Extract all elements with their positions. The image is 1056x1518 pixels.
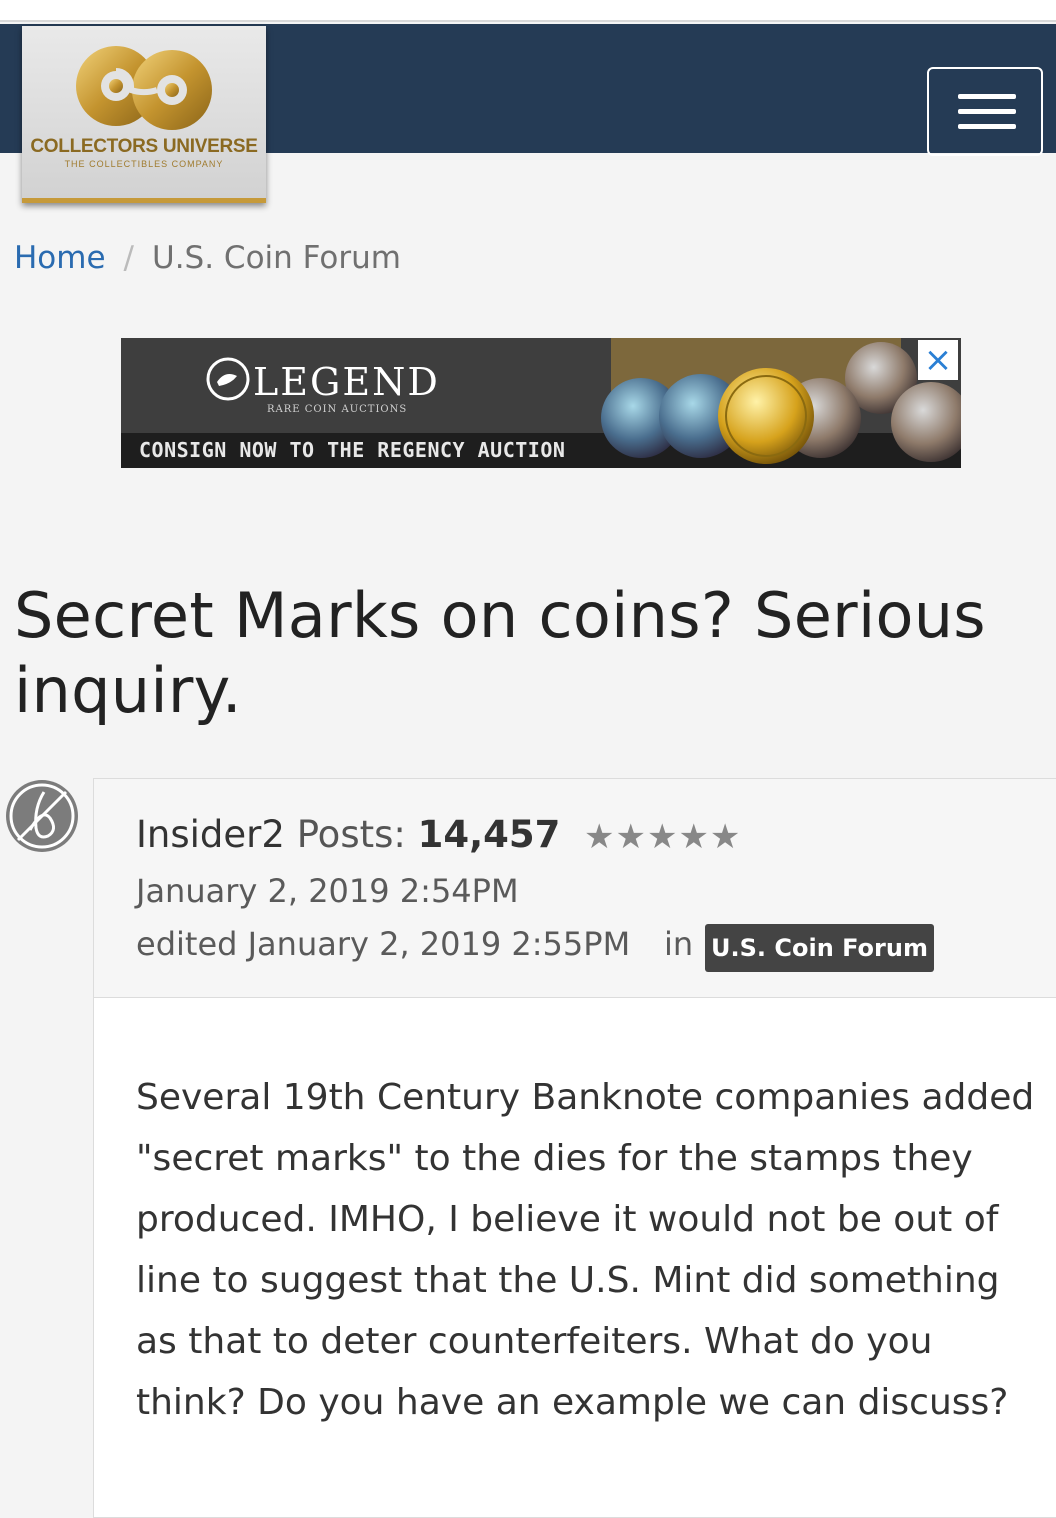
rank-stars-icon: ★★★★★ [584, 817, 742, 857]
breadcrumb-current[interactable]: U.S. Coin Forum [152, 240, 401, 276]
advertisement-banner[interactable]: LEGEND RARE COIN AUCTIONS CONSIGN NOW TO… [121, 338, 961, 468]
close-icon[interactable]: × [918, 340, 958, 380]
edited-date: edited January 2, 2019 2:55PM [136, 925, 631, 963]
hamburger-menu-icon [958, 94, 1016, 99]
top-strip [0, 0, 1056, 22]
legend-logo-icon [206, 357, 250, 401]
ad-brand: LEGEND [253, 360, 440, 404]
user-avatar[interactable] [4, 778, 80, 854]
posts-count: 14,457 [417, 813, 561, 856]
menu-button[interactable] [927, 67, 1043, 156]
category-in-label: in [664, 925, 694, 963]
posts-label: Posts: [296, 813, 406, 856]
thread-title: Secret Marks on coins? Serious inquiry. [14, 579, 986, 727]
breadcrumb-home-link[interactable]: Home [14, 240, 106, 276]
logo-title: COLLECTORS UNIVERSE [30, 136, 258, 157]
author-name[interactable]: Insider2 [136, 813, 285, 856]
logo-mark-icon [76, 46, 212, 130]
post-date[interactable]: January 2, 2019 2:54PM [136, 872, 519, 910]
category-badge[interactable]: U.S. Coin Forum [705, 924, 934, 972]
post-header: Insider2 Posts: 14,457 ★★★★★ January 2, … [94, 779, 1056, 998]
coins-image [601, 338, 961, 464]
post-card: Insider2 Posts: 14,457 ★★★★★ January 2, … [93, 778, 1056, 1518]
breadcrumb: Home / U.S. Coin Forum [14, 240, 401, 276]
ad-cta: CONSIGN NOW TO THE REGENCY AUCTION [139, 438, 566, 462]
logo-subtitle: THE COLLECTIBLES COMPANY [64, 159, 224, 169]
author-line: Insider2 Posts: 14,457 [136, 813, 560, 856]
post-body: Several 19th Century Banknote companies … [136, 1077, 1035, 1423]
breadcrumb-separator: / [123, 240, 134, 276]
site-logo[interactable]: COLLECTORS UNIVERSE THE COLLECTIBLES COM… [22, 26, 266, 203]
ad-subtitle: RARE COIN AUCTIONS [267, 404, 408, 415]
